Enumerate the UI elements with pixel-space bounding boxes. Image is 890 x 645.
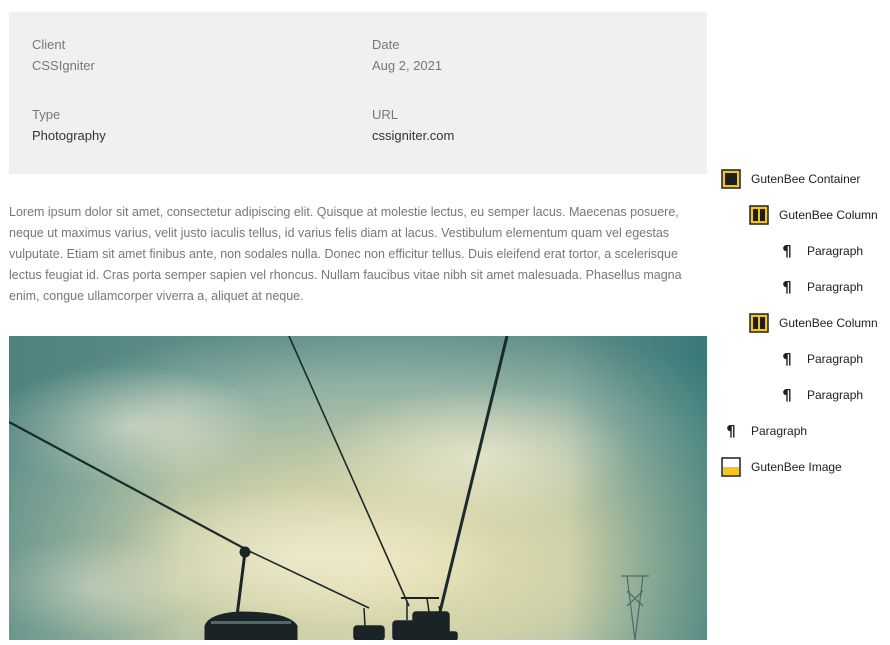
image-icon: [721, 457, 741, 477]
columns-icon: [749, 313, 769, 333]
nav-item-paragraph[interactable]: ¶ Paragraph: [721, 421, 807, 441]
meta-url-value[interactable]: cssigniter.com: [372, 127, 454, 145]
container-icon: [721, 169, 741, 189]
nav-item-label: Paragraph: [807, 280, 864, 294]
meta-date-value: Aug 2, 2021: [372, 58, 443, 73]
content-image[interactable]: [9, 336, 707, 640]
paragraph-icon: ¶: [782, 278, 792, 296]
nav-item-gutenbee-container[interactable]: GutenBee Container: [721, 169, 860, 189]
nav-item-gutenbee-column[interactable]: GutenBee Column: [749, 313, 878, 333]
nav-item-paragraph[interactable]: ¶ Paragraph: [777, 385, 863, 405]
nav-item-paragraph[interactable]: ¶ Paragraph: [777, 277, 863, 297]
meta-type: Type Photography: [32, 106, 106, 145]
cable-car-photo: [9, 336, 707, 640]
nav-item-paragraph[interactable]: ¶ Paragraph: [777, 349, 863, 369]
nav-item-gutenbee-image[interactable]: GutenBee Image: [721, 457, 842, 477]
nav-item-label: GutenBee Column: [779, 316, 878, 330]
paragraph-icon: ¶: [782, 242, 792, 260]
nav-item-gutenbee-column[interactable]: GutenBee Column: [749, 205, 878, 225]
meta-type-value: Photography: [32, 128, 106, 143]
meta-date: Date Aug 2, 2021: [372, 36, 442, 75]
nav-item-label: Paragraph: [807, 244, 864, 258]
meta-date-label: Date: [372, 37, 400, 52]
meta-url: URL cssigniter.com: [372, 106, 454, 145]
nav-item-label: GutenBee Column: [779, 208, 878, 222]
content-paragraph[interactable]: Lorem ipsum dolor sit amet, consectetur …: [9, 202, 709, 307]
nav-item-label: GutenBee Container: [751, 172, 861, 186]
project-meta-box: Client CSSIgniter Date Aug 2, 2021 Type …: [9, 12, 707, 174]
columns-icon: [749, 205, 769, 225]
paragraph-icon: ¶: [782, 386, 792, 404]
nav-item-paragraph[interactable]: ¶ Paragraph: [777, 241, 863, 261]
paragraph-icon: ¶: [726, 422, 736, 440]
nav-item-label: GutenBee Image: [751, 460, 842, 474]
meta-client-value: CSSIgniter: [32, 58, 95, 73]
nav-item-label: Paragraph: [807, 388, 864, 402]
meta-type-label: Type: [32, 107, 61, 122]
nav-item-label: Paragraph: [751, 424, 808, 438]
nav-item-label: Paragraph: [807, 352, 864, 366]
paragraph-icon: ¶: [782, 350, 792, 368]
meta-client: Client CSSIgniter: [32, 36, 95, 75]
meta-client-label: Client: [32, 37, 66, 52]
meta-url-label: URL: [372, 107, 399, 122]
